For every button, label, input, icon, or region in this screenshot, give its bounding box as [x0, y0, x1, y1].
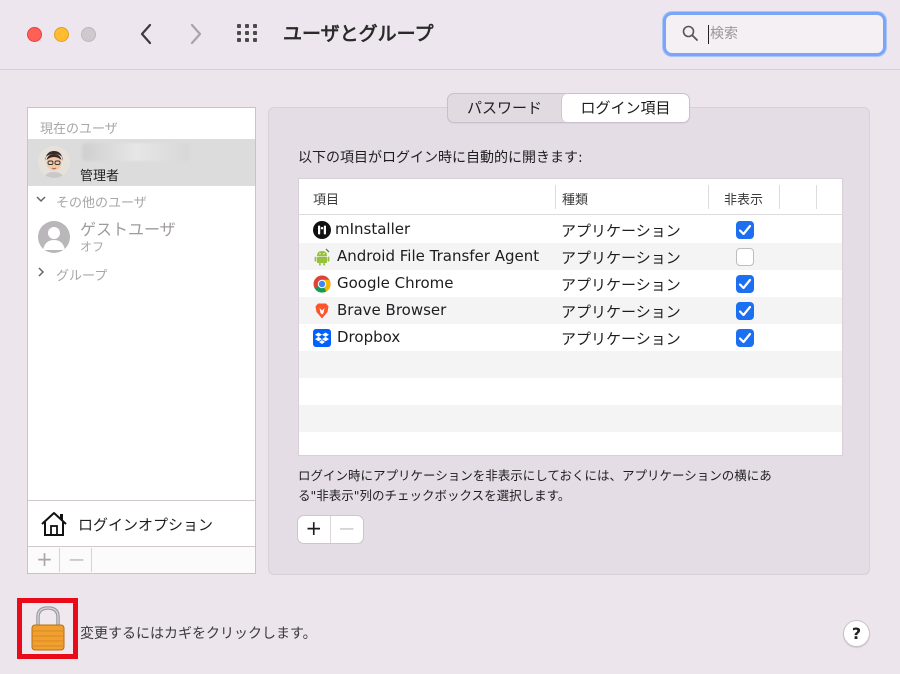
item-kind: アプリケーション [561, 303, 681, 321]
forward-button[interactable] [184, 18, 208, 50]
user-role-label: 管理者 [80, 169, 120, 184]
tab-bar: パスワード ログイン項目 [447, 93, 690, 123]
column-header-item[interactable]: 項目 [313, 189, 339, 208]
hide-instructions: ログイン時にアプリケーションを非表示にしておくには、アプリケーションの横にあ る… [298, 466, 838, 506]
tab-login-items[interactable]: ログイン項目 [561, 94, 689, 122]
groups-header[interactable]: グループ [56, 265, 107, 284]
empty-row [299, 405, 842, 432]
add-login-item-button[interactable]: + [298, 516, 331, 543]
memoji-avatar-icon [38, 146, 70, 178]
remove-user-button[interactable]: — [62, 548, 92, 572]
search-field[interactable] [663, 12, 886, 56]
hide-checkbox[interactable] [736, 248, 754, 266]
hide-checkbox[interactable] [736, 302, 754, 320]
guest-user-status: オフ [80, 240, 105, 254]
table-row[interactable]: Google Chrome アプリケーション [299, 270, 842, 297]
hide-checkbox[interactable] [736, 275, 754, 293]
item-name: Google Chrome [337, 274, 454, 292]
android-icon [314, 248, 330, 266]
guest-user-name[interactable]: ゲストユーザ [80, 216, 176, 240]
users-sidebar: 現在のユーザ 管理者 その他のユーザ ゲストユーザ オフ グループ ログインオプ… [27, 107, 256, 574]
user-name-redacted [82, 143, 190, 161]
item-kind: アプリケーション [561, 330, 681, 348]
table-row[interactable]: Brave Browser アプリケーション [299, 297, 842, 324]
window-title: ユーザとグループ [283, 23, 434, 45]
chevron-left-icon [140, 23, 152, 45]
dropbox-icon [313, 329, 331, 347]
login-items-description: 以下の項目がログイン時に自動的に開きます: [298, 150, 583, 166]
zoom-window-button[interactable] [81, 27, 96, 42]
other-users-header: その他のユーザ [56, 196, 147, 211]
item-name: Android File Transfer Agent [337, 247, 540, 265]
chrome-icon [313, 275, 331, 293]
search-icon [682, 25, 698, 41]
checkmark-icon [738, 278, 752, 290]
toolbar: ユーザとグループ [0, 0, 900, 70]
column-header-hidden[interactable]: 非表示 [724, 189, 763, 208]
empty-row [299, 378, 842, 405]
item-name: mInstaller [335, 220, 411, 238]
show-all-grid-icon[interactable] [237, 24, 263, 44]
item-kind: アプリケーション [561, 249, 681, 267]
chevron-down-icon[interactable] [36, 193, 46, 207]
padlock-icon [31, 606, 65, 651]
text-caret [708, 25, 709, 44]
table-row[interactable]: Dropbox アプリケーション [299, 324, 842, 351]
remove-login-item-button[interactable]: — [331, 516, 364, 543]
column-header-kind[interactable]: 種類 [562, 189, 588, 208]
login-item-buttons: + — [297, 515, 364, 544]
checkmark-icon [738, 305, 752, 317]
login-options-item[interactable]: ログインオプション [28, 500, 255, 546]
hide-instructions-line2: る"非表示"列のチェックボックスを選択します。 [298, 488, 571, 503]
checkmark-icon [738, 332, 752, 344]
hide-instructions-line1: ログイン時にアプリケーションを非表示にしておくには、アプリケーションの横にあ [298, 468, 772, 483]
chevron-right-icon[interactable] [36, 266, 46, 280]
empty-row [299, 432, 842, 455]
minimize-window-button[interactable] [54, 27, 69, 42]
help-button[interactable]: ? [843, 620, 870, 647]
search-input[interactable] [710, 21, 870, 47]
current-user-row[interactable]: 管理者 [28, 139, 255, 186]
item-kind: アプリケーション [561, 276, 681, 294]
table-row[interactable]: mInstaller アプリケーション [299, 216, 842, 243]
lock-instruction: 変更するにはカギをクリックします。 [80, 626, 317, 642]
back-button[interactable] [134, 18, 158, 50]
brave-lion-icon [315, 303, 329, 319]
hide-checkbox[interactable] [736, 221, 754, 239]
empty-row [299, 351, 842, 378]
item-kind: アプリケーション [561, 222, 681, 240]
avatar [38, 146, 70, 178]
login-items-table: 項目 種類 非表示 mInstaller アプリケーション Android Fi… [298, 178, 843, 456]
add-user-button[interactable]: + [30, 548, 60, 572]
login-options-label: ログインオプション [78, 516, 214, 534]
lock-button[interactable] [17, 598, 78, 659]
table-row[interactable]: Android File Transfer Agent アプリケーション [299, 243, 842, 270]
minstaller-icon [313, 221, 331, 239]
item-name: Dropbox [337, 328, 401, 346]
close-window-button[interactable] [27, 27, 42, 42]
house-icon [41, 512, 67, 536]
chevron-right-icon [190, 23, 202, 45]
tab-password[interactable]: パスワード [448, 94, 561, 122]
guest-avatar [38, 221, 70, 253]
item-name: Brave Browser [337, 301, 447, 319]
hide-checkbox[interactable] [736, 329, 754, 347]
user-silhouette-icon [43, 227, 65, 250]
current-users-header: 現在のユーザ [40, 122, 118, 137]
checkmark-icon [738, 224, 752, 236]
table-header: 項目 種類 非表示 [299, 179, 842, 215]
sidebar-footer: + — [28, 546, 255, 573]
